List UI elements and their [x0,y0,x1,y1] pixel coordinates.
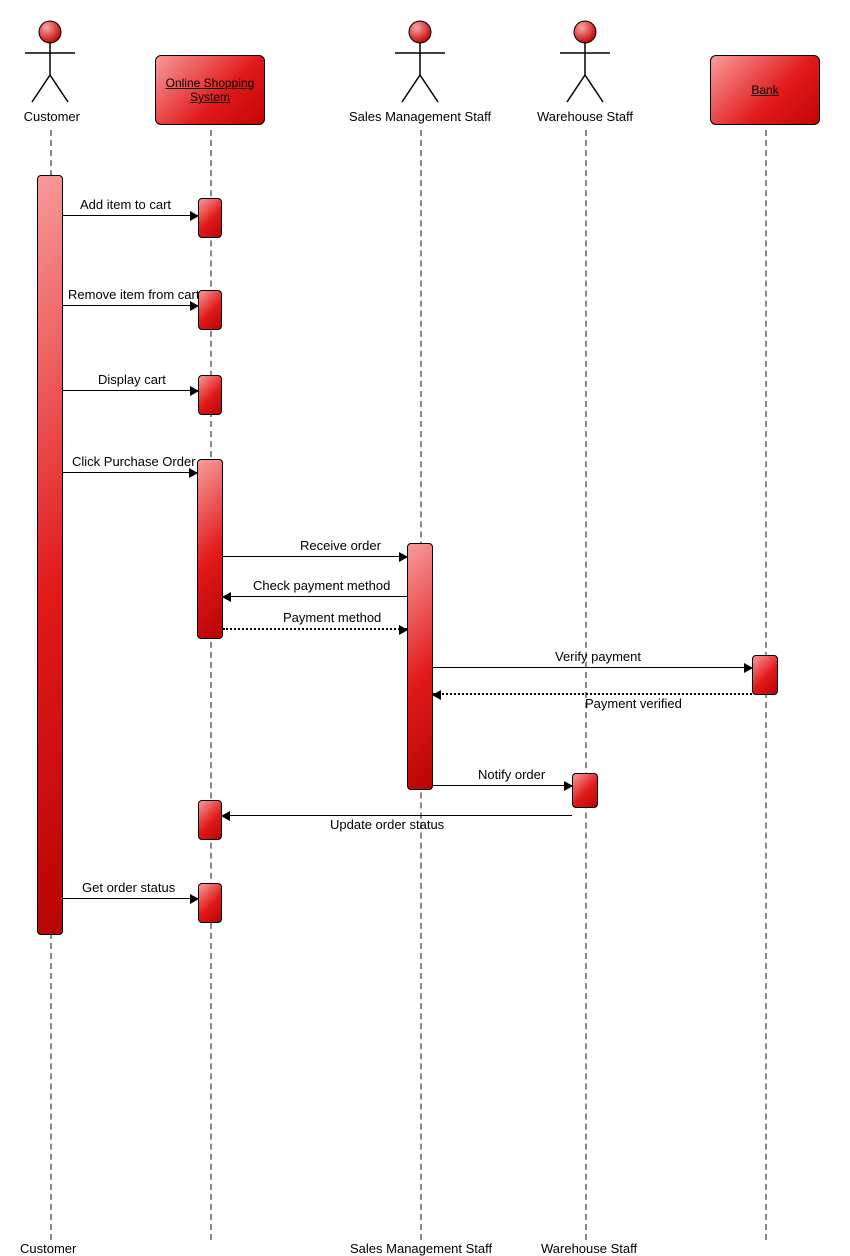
participant-sales: Sales Management Staff [390,20,450,124]
actor-icon [20,20,80,105]
activation-system-5 [198,800,222,840]
participant-label: Sales Management Staff [349,109,491,124]
message-label: Click Purchase Order [72,454,196,469]
message-payment-verified [433,693,752,695]
footer-customer: Customer [20,1241,76,1256]
activation-system-2 [198,290,222,330]
footer-sales: Sales Management Staff [350,1241,492,1256]
message-label: Notify order [478,767,545,782]
participant-customer: Customer [20,20,80,124]
message-label: Payment method [283,610,381,625]
message-update-status [222,815,572,816]
message-display-cart [63,390,198,391]
message-label: Remove item from cart [68,287,199,302]
activation-system-1 [198,198,222,238]
sequence-diagram: Customer Online Shopping System Sales Ma… [0,0,850,1255]
activation-customer-1 [37,175,63,935]
actor-icon [390,20,450,105]
message-label: Payment verified [585,696,682,711]
message-label: Check payment method [253,578,390,593]
participant-label: Warehouse Staff [537,109,633,124]
activation-system-4 [197,459,223,639]
message-add-item [63,215,198,216]
footer-warehouse: Warehouse Staff [541,1241,637,1256]
participant-label: Bank [751,83,778,97]
message-label: Add item to cart [80,197,171,212]
message-label: Get order status [82,880,175,895]
message-label: Receive order [300,538,381,553]
participant-label: Customer [24,109,80,124]
activation-sales-1 [407,543,433,790]
message-receive-order [223,556,407,557]
activation-bank-1 [752,655,778,695]
message-notify-order [433,785,572,786]
activation-system-3 [198,375,222,415]
message-click-purchase [63,472,197,473]
participant-warehouse: Warehouse Staff [555,20,615,124]
message-payment-method [223,628,407,630]
activation-system-6 [198,883,222,923]
message-remove-item [63,305,198,306]
lifeline-warehouse [585,130,587,1240]
participant-system: Online Shopping System [155,55,265,125]
message-verify-payment [433,667,752,668]
activation-warehouse-1 [572,773,598,808]
message-check-payment [223,596,407,597]
message-get-status [63,898,198,899]
message-label: Update order status [330,817,444,832]
message-label: Display cart [98,372,166,387]
message-label: Verify payment [555,649,641,664]
actor-icon [555,20,615,105]
participant-label: Online Shopping System [160,76,260,104]
participant-bank: Bank [710,55,820,125]
